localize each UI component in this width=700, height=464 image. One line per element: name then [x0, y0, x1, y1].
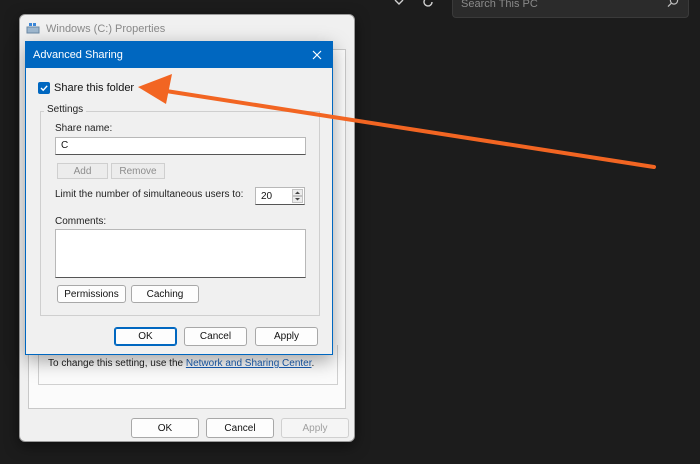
network-sharing-note: To change this setting, use the Network … [48, 358, 314, 369]
refresh-icon[interactable] [420, 0, 436, 10]
add-button[interactable]: Add [57, 163, 108, 179]
limit-users-label: Limit the number of simultaneous users t… [55, 189, 244, 200]
settings-legend: Settings [44, 104, 87, 115]
advanced-sharing-title-bar[interactable]: Advanced Sharing [26, 42, 332, 68]
chevron-down-icon [295, 198, 300, 201]
user-limit-stepper[interactable]: 20 [255, 187, 305, 205]
close-button[interactable] [308, 46, 326, 64]
network-sharing-center-link[interactable]: Network and Sharing Center [186, 358, 312, 369]
apply-button[interactable]: Apply [255, 327, 318, 346]
properties-apply-button[interactable]: Apply [281, 418, 349, 438]
stepper-down-button[interactable] [292, 196, 303, 203]
advanced-sharing-dialog: Advanced Sharing Share this folder Setti… [25, 41, 333, 355]
comments-textarea[interactable] [55, 229, 306, 278]
properties-title-bar[interactable]: Windows (C:) Properties [20, 15, 354, 43]
ok-button[interactable]: OK [114, 327, 177, 346]
close-icon [312, 50, 322, 60]
stepper-up-button[interactable] [292, 189, 303, 196]
network-sharing-note-text: To change this setting, use the [48, 358, 186, 369]
search-placeholder: Search This PC [461, 0, 538, 10]
caching-button[interactable]: Caching [131, 285, 199, 303]
checkmark-icon [40, 85, 48, 92]
properties-title: Windows (C:) Properties [46, 23, 166, 35]
advanced-sharing-title: Advanced Sharing [33, 49, 123, 61]
remove-button[interactable]: Remove [111, 163, 165, 179]
properties-cancel-button[interactable]: Cancel [206, 418, 274, 438]
comments-label: Comments: [55, 216, 107, 227]
properties-ok-button[interactable]: OK [131, 418, 199, 438]
share-folder-label[interactable]: Share this folder [54, 82, 134, 94]
share-folder-checkbox[interactable] [38, 82, 50, 94]
cancel-button[interactable]: Cancel [184, 327, 247, 346]
share-name-label: Share name: [55, 123, 113, 134]
chevron-up-icon [295, 191, 300, 194]
share-name-input[interactable]: C [55, 137, 306, 155]
search-icon [667, 0, 679, 8]
permissions-button[interactable]: Permissions [57, 285, 126, 303]
search-box[interactable]: Search This PC [452, 0, 689, 18]
user-limit-value: 20 [261, 191, 273, 202]
drive-icon [26, 23, 40, 34]
network-sharing-note-end: . [311, 358, 315, 369]
chevron-down-icon[interactable] [391, 0, 407, 10]
